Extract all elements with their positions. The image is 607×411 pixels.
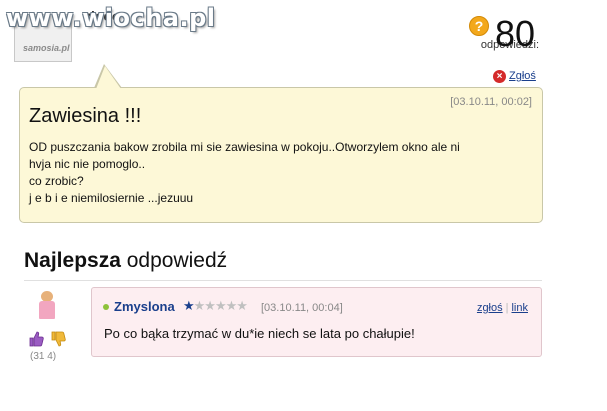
report-answer-link[interactable]: zgłoś (477, 302, 503, 314)
bubble-tail-fill (96, 66, 121, 89)
question-line: OD puszczania bakow zrobila mi sie zawie… (29, 140, 460, 154)
answer-text: Po co bąka trzymać w du*ie niech se lata… (104, 326, 415, 341)
answer-date: [03.10.11, 00:04] (261, 302, 343, 314)
answerer-avatar[interactable] (34, 290, 60, 324)
answer-permalink[interactable]: link (511, 302, 528, 314)
question-title: Zawiesina !!! (29, 105, 142, 127)
best-heading-rest: odpowiedź (126, 249, 228, 272)
report-label: Zgłoś (509, 70, 536, 82)
best-answer-box: Zmyslona ★★★★★★ [03.10.11, 00:04] zgłoś |… (91, 287, 542, 357)
question-bubble: [03.10.11, 00:02] Zawiesina !!! OD puszc… (19, 87, 543, 223)
avatar-logo: samosia.pl (23, 43, 70, 53)
question-line: co zrobic? (29, 174, 84, 188)
close-icon: × (493, 70, 506, 83)
thumb-up-icon[interactable] (28, 331, 44, 347)
question-body: OD puszczania bakow zrobila mi sie zawie… (29, 139, 529, 207)
question-line: hvja nic nie pomoglo.. (29, 157, 146, 171)
divider (24, 280, 542, 281)
question-badge-icon: ? (469, 16, 489, 36)
report-question-link[interactable]: × Zgłoś (493, 70, 536, 83)
site-watermark: www.wiocha.pl (6, 4, 216, 32)
rating-stars: ★★★★★★ (183, 298, 248, 314)
best-answer-heading: Najlepsza odpowiedź (24, 249, 227, 273)
best-heading-bold: Najlepsza (24, 249, 121, 272)
question-date: [03.10.11, 00:02] (450, 96, 532, 108)
star-icon-filled: ★ (183, 298, 195, 313)
star-icon: ★★★★★ (193, 298, 248, 313)
answerer-username[interactable]: Zmyslona (114, 299, 175, 314)
thumb-down-icon[interactable] (50, 331, 66, 347)
question-line: j e b i e niemilosiernie ...jezuuu (29, 191, 194, 205)
answer-links: zgłoś | link (476, 302, 528, 314)
answers-count: 80 (495, 13, 536, 54)
online-status-dot (103, 304, 109, 310)
vote-counts: (31 4) (30, 351, 57, 362)
